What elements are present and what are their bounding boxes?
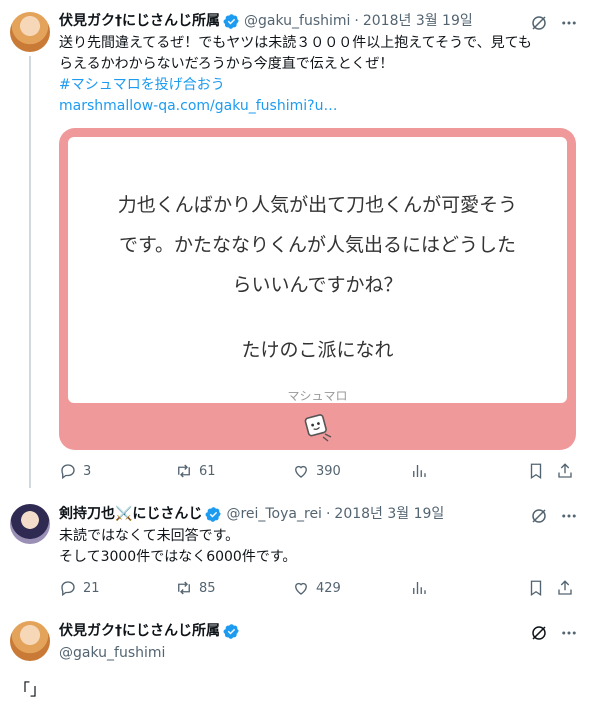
tweet-header: 剣持刀也⚔️にじさんじ @rei_Toya_rei · 2018년 3월 19일 — [59, 505, 444, 523]
reply-count: 3 — [83, 463, 92, 479]
tweet-header: 伏見ガク†にじさんじ所属 @gaku_fushimi · 2018년 3월 19… — [59, 12, 473, 30]
avatar[interactable] — [10, 12, 50, 52]
avatar[interactable] — [10, 621, 50, 661]
tweet-text-line: 未読ではなくて未回答です。 — [59, 528, 240, 544]
answer-text: たけのこ派になれ — [241, 339, 394, 361]
heart-icon — [295, 465, 307, 478]
tweet-text: 未読ではなくて未回答です。 そして3000件ではなく6000件です。 — [59, 526, 579, 568]
share-icon — [558, 580, 572, 595]
analytics-icon — [413, 582, 426, 594]
verified-badge-icon — [205, 506, 222, 522]
reply-icon — [61, 464, 75, 480]
tweet-3: 伏見ガク†にじさんじ所属 @gaku_fushimi 「」 — [0, 610, 590, 721]
brand-label: マシュマロ — [287, 389, 348, 403]
bookmark-icon — [530, 463, 542, 480]
more-options-icon[interactable] — [558, 505, 580, 527]
grok-icon[interactable] — [528, 12, 550, 34]
retweet-count: 61 — [199, 463, 216, 479]
retweet-button[interactable]: 61 — [175, 462, 216, 480]
tweet-2: 剣持刀也⚔️にじさんじ @rei_Toya_rei · 2018년 3월 19일… — [0, 490, 590, 610]
author-handle[interactable]: @gaku_fushimi — [59, 644, 165, 662]
url-link[interactable]: marshmallow-qa.com/gaku_fushimi?u… — [59, 96, 579, 117]
avatar[interactable] — [10, 504, 50, 544]
views-button[interactable] — [410, 579, 428, 597]
author-name[interactable]: 剣持刀也⚔️にじさんじ — [59, 505, 202, 523]
reply-icon — [61, 581, 75, 597]
tweet-header: 伏見ガク†にじさんじ所属 — [59, 622, 244, 640]
grok-icon[interactable] — [528, 622, 550, 644]
author-name[interactable]: 伏見ガク†にじさんじ所属 — [59, 622, 220, 640]
separator-dot: · — [354, 13, 359, 29]
reply-button[interactable]: 3 — [59, 462, 91, 480]
more-options-icon[interactable] — [558, 12, 580, 34]
tweet-text: 送り先間違えてるぜ！でもヤツは未読３０００件以上抱えてそうで、見ても らえるかわ… — [59, 33, 579, 117]
hashtag-link[interactable]: #マシュマロを投げ合おう — [59, 75, 579, 96]
retweet-button[interactable]: 85 — [175, 579, 216, 597]
bookmark-button[interactable] — [527, 462, 545, 480]
action-bar: 21 85 429 — [59, 579, 579, 601]
tweet-1: 伏見ガク†にじさんじ所属 @gaku_fushimi · 2018년 3월 19… — [0, 0, 590, 490]
marshmallow-logo-icon — [304, 414, 332, 442]
share-icon — [558, 463, 572, 478]
tweet-date[interactable]: 2018년 3월 19일 — [363, 12, 473, 30]
action-bar: 3 61 390 — [59, 462, 579, 484]
separator-dot: · — [325, 506, 331, 522]
question-text: 力也くんばかり人気が出て刀也くんが可愛そう です。かたななりくんが人気出るにはど… — [68, 185, 567, 305]
thread-line — [29, 56, 31, 488]
question-line: です。かたななりくんが人気出るにはどうした — [118, 234, 517, 256]
card-content: 力也くんばかり人気が出て刀也くんが可愛そう です。かたななりくんが人気出るにはど… — [68, 137, 567, 403]
reply-button[interactable]: 21 — [59, 579, 100, 597]
grok-icon[interactable] — [528, 505, 550, 527]
like-button[interactable]: 390 — [292, 462, 341, 480]
more-options-icon[interactable] — [558, 622, 580, 644]
like-button[interactable]: 429 — [292, 579, 341, 597]
like-count: 390 — [316, 463, 341, 479]
question-line: らいいんですかね？ — [232, 274, 403, 296]
author-name[interactable]: 伏見ガク†にじさんじ所属 — [59, 12, 220, 30]
author-handle[interactable]: @gaku_fushimi — [244, 12, 350, 30]
retweet-icon — [178, 581, 190, 595]
question-line: 力也くんばかり人気が出て刀也くんが可愛そう — [117, 194, 518, 216]
tweet-date[interactable]: 2018년 3월 19일 — [334, 505, 444, 523]
bookmark-icon — [530, 580, 542, 597]
tweet-text: 「」 — [14, 680, 47, 699]
analytics-icon — [413, 465, 426, 477]
like-count: 429 — [316, 580, 341, 596]
tweet-text-line: らえるかわからないだろうから今度直で伝えとくぜ！ — [59, 56, 394, 72]
reply-count: 21 — [83, 580, 100, 596]
retweet-count: 85 — [199, 580, 216, 596]
tweet-text-line: そして3000件ではなく6000件です。 — [59, 549, 297, 565]
verified-badge-icon — [223, 13, 239, 29]
tweet-subheader: @gaku_fushimi — [59, 644, 165, 662]
heart-icon — [295, 582, 307, 595]
share-button[interactable] — [556, 462, 574, 480]
verified-badge-icon — [223, 623, 239, 639]
marshmallow-card[interactable]: 力也くんばかり人気が出て刀也くんが可愛そう です。かたななりくんが人気出るにはど… — [59, 128, 576, 450]
bookmark-button[interactable] — [527, 579, 545, 597]
share-button[interactable] — [556, 579, 574, 597]
retweet-icon — [178, 464, 190, 478]
tweet-text-line: 送り先間違えてるぜ！でもヤツは未読３０００件以上抱えてそうで、見ても — [59, 35, 532, 51]
views-button[interactable] — [410, 462, 428, 480]
author-handle[interactable]: @rei_Toya_rei — [226, 505, 322, 523]
